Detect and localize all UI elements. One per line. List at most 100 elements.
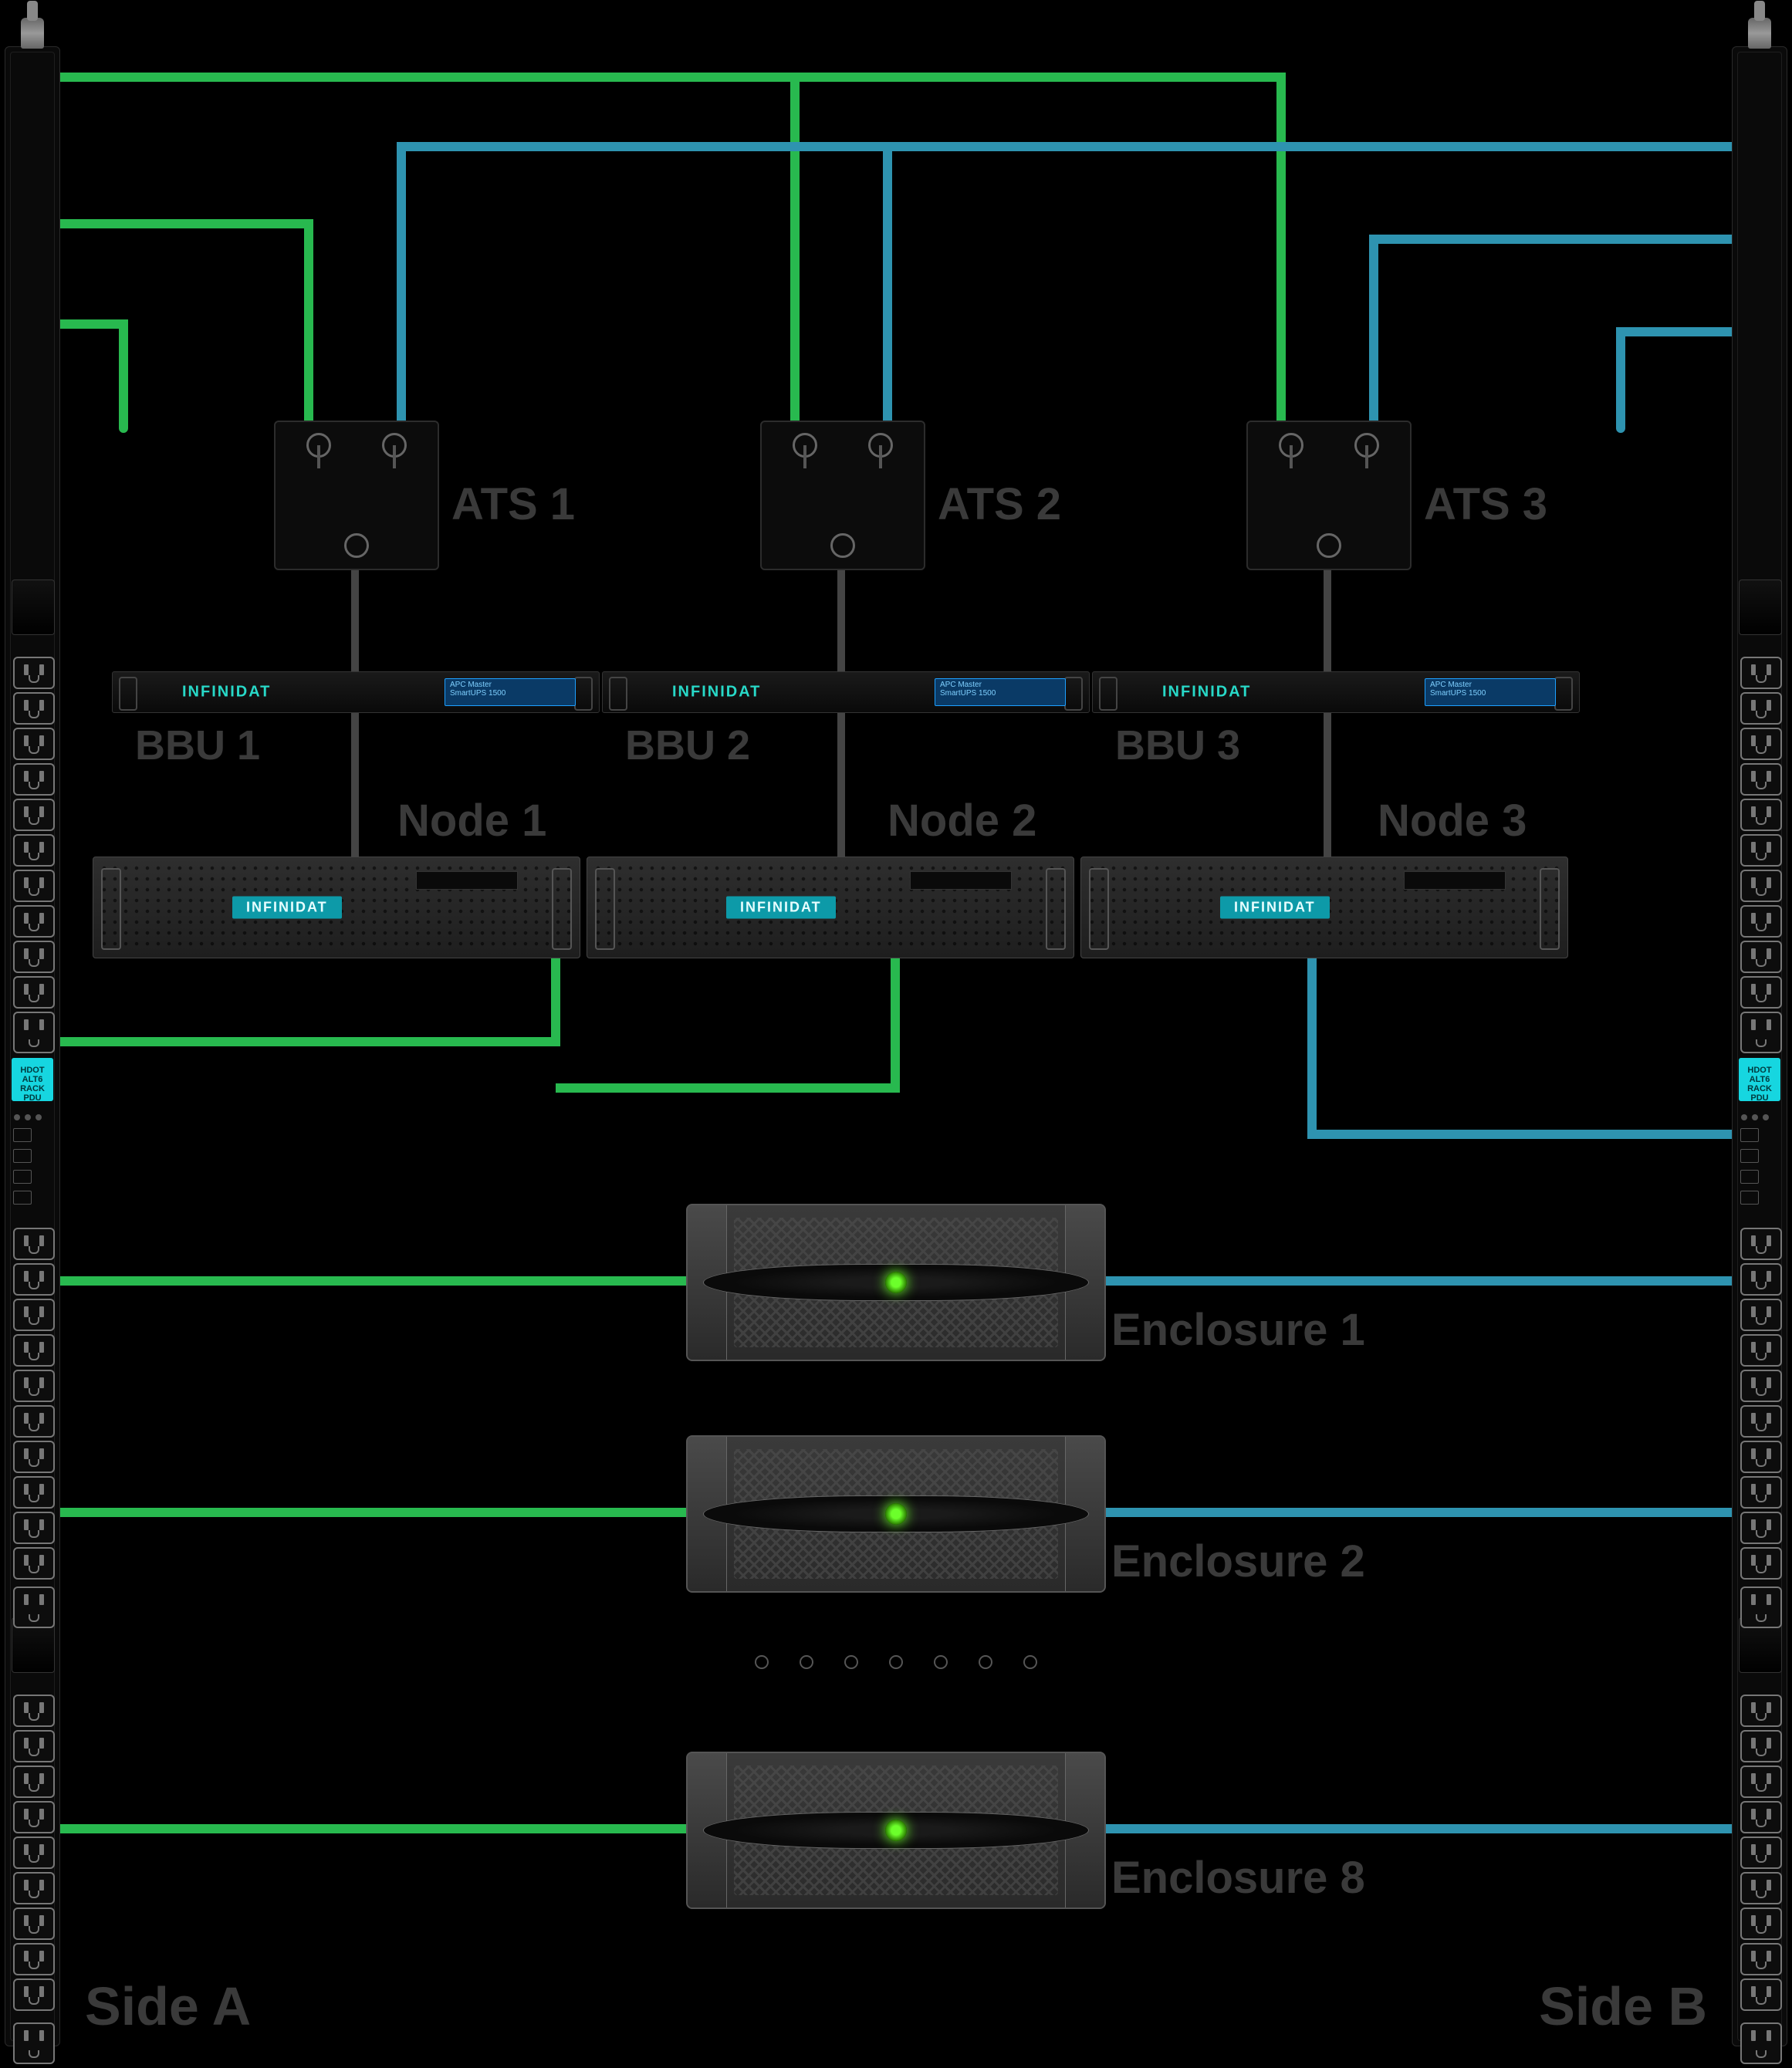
pdu-outlet: [13, 1978, 55, 2011]
bbu-3: INFINIDAT APC MasterSmartUPS 1500: [1092, 671, 1580, 713]
pdu-outlet: [13, 1907, 55, 1940]
pdu-outlet: [13, 1695, 55, 1727]
pdu-outlet: [13, 1943, 55, 1975]
enclosure-8: [686, 1752, 1106, 1909]
ats-1-input-a: [306, 433, 331, 458]
bbu-1: INFINIDAT APC MasterSmartUPS 1500: [112, 671, 600, 713]
enclosure-2-label: Enclosure 2: [1111, 1536, 1365, 1587]
pdu-outlet: [1740, 1801, 1782, 1833]
pdu-outlet: [13, 1441, 55, 1473]
pdu-outlet: [1740, 905, 1782, 938]
pdu-outlet: [1740, 1263, 1782, 1296]
pdu-outlet: [13, 1263, 55, 1296]
pdu-outlet: [13, 1476, 55, 1509]
pdu-outlet: [13, 1299, 55, 1331]
side-b-label: Side B: [1539, 1975, 1707, 2037]
ats-3-output: [1317, 533, 1341, 558]
node-1: INFINIDAT: [93, 857, 580, 958]
ats-2: [760, 421, 925, 570]
ats-2-label: ATS 2: [938, 478, 1061, 530]
bbu-2: INFINIDAT APC MasterSmartUPS 1500: [602, 671, 1090, 713]
bbu-1-screen: APC MasterSmartUPS 1500: [445, 678, 576, 706]
ats-2-input-b: [868, 433, 893, 458]
pdu-outlet: [13, 1228, 55, 1260]
node-2: INFINIDAT: [587, 857, 1074, 958]
enclosure-1-led-icon: [885, 1272, 907, 1293]
ats-3: [1246, 421, 1412, 570]
pdu-outlet: [1740, 1586, 1782, 1628]
ats-1: [274, 421, 439, 570]
enclosure-1-label: Enclosure 1: [1111, 1304, 1365, 1356]
enclosure-2-led-icon: [885, 1503, 907, 1525]
pdu-outlet: [1740, 976, 1782, 1009]
pdu-outlet: [13, 1512, 55, 1544]
ats-3-input-a: [1279, 433, 1303, 458]
pdu-outlet: [1740, 1012, 1782, 1053]
pdu-outlet: [13, 1547, 55, 1580]
pdu-outlet: [13, 728, 55, 760]
bbu-3-brand: INFINIDAT: [1162, 684, 1251, 701]
pdu-b-display: HDOT ALT6 RACK PDU: [1739, 1058, 1780, 1101]
pdu-a-display: HDOT ALT6 RACK PDU: [12, 1058, 53, 1101]
pdu-outlet: [1740, 1476, 1782, 1509]
pdu-outlet: [13, 1012, 55, 1053]
pdu-outlet: [1740, 1943, 1782, 1975]
node-1-label: Node 1: [397, 795, 546, 846]
pdu-outlet: [1740, 1837, 1782, 1869]
pdu-outlet: [1740, 1978, 1782, 2011]
pdu-outlet: [13, 1405, 55, 1438]
pdu-outlet: [13, 1586, 55, 1628]
node-2-brand: INFINIDAT: [726, 897, 836, 919]
pdu-outlet: [13, 905, 55, 938]
ats-1-label: ATS 1: [451, 478, 575, 530]
bbu-3-label: BBU 3: [1115, 721, 1240, 769]
pdu-outlet: [13, 1370, 55, 1402]
pdu-outlet: [1740, 657, 1782, 689]
pdu-outlet: [1740, 1370, 1782, 1402]
pdu-outlet: [1740, 1766, 1782, 1798]
ats-2-output: [830, 533, 855, 558]
bbu-1-label: BBU 1: [135, 721, 260, 769]
pdu-outlet: [1740, 1441, 1782, 1473]
pdu-outlet: [1740, 1695, 1782, 1727]
pdu-outlet: [13, 2022, 55, 2064]
pdu-outlet: [13, 763, 55, 796]
bbu-2-brand: INFINIDAT: [672, 684, 761, 701]
pdu-outlet: [1740, 728, 1782, 760]
pdu-b-breaker-top: [1739, 580, 1782, 635]
pdu-outlet: [1740, 834, 1782, 867]
ats-3-input-b: [1354, 433, 1379, 458]
ats-1-output: [344, 533, 369, 558]
pdu-b-inlet: [1748, 18, 1771, 49]
node-3-brand: INFINIDAT: [1220, 897, 1330, 919]
pdu-a-breaker-top: [12, 580, 55, 635]
pdu-outlet: [13, 1334, 55, 1367]
node-3-label: Node 3: [1378, 795, 1527, 846]
pdu-b-controls: [1739, 1112, 1780, 1205]
bbu-2-label: BBU 2: [625, 721, 750, 769]
pdu-outlet: [13, 1872, 55, 1904]
pdu-outlet: [13, 692, 55, 725]
pdu-outlet: [13, 799, 55, 831]
enclosure-1: [686, 1204, 1106, 1361]
bbu-1-brand: INFINIDAT: [182, 684, 271, 701]
pdu-side-a: HDOT ALT6 RACK PDU: [5, 46, 60, 2046]
pdu-outlet: [1740, 799, 1782, 831]
pdu-outlet: [13, 657, 55, 689]
pdu-outlet: [13, 1801, 55, 1833]
bbu-3-screen: APC MasterSmartUPS 1500: [1425, 678, 1556, 706]
pdu-outlet: [13, 976, 55, 1009]
pdu-outlet: [13, 941, 55, 973]
pdu-a-inlet: [21, 18, 44, 49]
power-topology-diagram: { "colors":{"sideA":"#28b94f","sideB":"#…: [0, 0, 1792, 2068]
node-2-label: Node 2: [888, 795, 1036, 846]
pdu-a-controls: [12, 1112, 53, 1205]
node-3: INFINIDAT: [1080, 857, 1568, 958]
pdu-outlet: [13, 1837, 55, 1869]
pdu-outlet: [1740, 1299, 1782, 1331]
pdu-outlet: [1740, 1405, 1782, 1438]
node-1-brand: INFINIDAT: [232, 897, 342, 919]
pdu-outlet: [1740, 1547, 1782, 1580]
pdu-outlet: [1740, 763, 1782, 796]
pdu-outlet: [1740, 870, 1782, 902]
